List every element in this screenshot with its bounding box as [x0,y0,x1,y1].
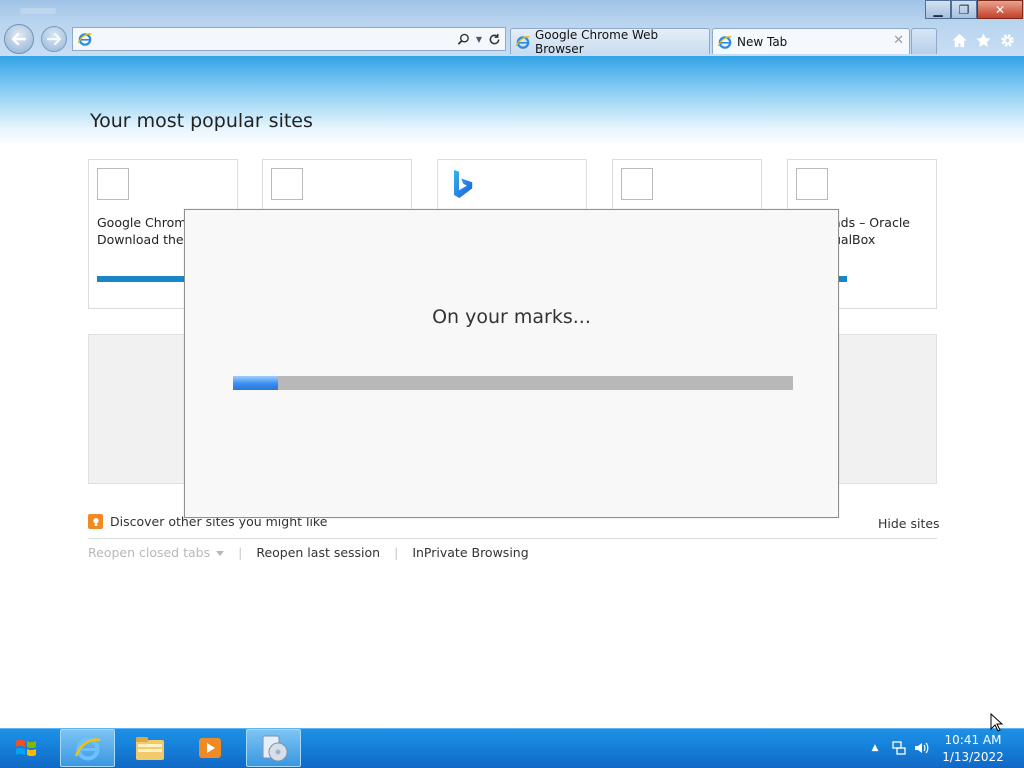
divider [88,538,937,539]
internet-explorer-icon [74,737,100,761]
blank-favicon-icon [271,168,303,200]
page-title: Your most popular sites [90,110,313,132]
taskbar-installer[interactable] [246,729,301,767]
taskbar-file-explorer[interactable] [122,729,177,767]
back-button[interactable] [4,24,34,54]
separator: | [238,545,243,560]
media-player-icon [198,738,221,758]
installer-icon [262,735,287,762]
lightbulb-icon [88,514,103,529]
reopen-closed-tabs-button[interactable]: Reopen closed tabs [88,545,225,560]
system-clock[interactable]: 10:41 AM 1/13/2022 [932,732,1014,766]
forward-button[interactable] [41,26,67,52]
progress-bar [233,376,793,390]
progress-bar-fill [233,376,278,390]
tab-google-chrome[interactable]: Google Chrome Web Browser [510,27,710,56]
reopen-closed-tabs-label: Reopen closed tabs [88,545,211,560]
bing-logo-icon [454,170,473,198]
settings-gear-icon[interactable] [998,31,1016,49]
minimize-icon: ▁ [933,2,943,17]
setup-progress-dialog: On your marks... [184,209,839,518]
tab-close-icon[interactable]: ✕ [893,33,904,48]
chevron-down-icon [216,551,225,556]
address-input[interactable] [97,30,451,50]
close-button[interactable]: ✕ [977,0,1023,19]
mouse-cursor-icon [990,713,1004,732]
site-activity-bar [97,276,187,282]
ie-page-icon [717,35,732,49]
file-explorer-icon [135,737,164,760]
search-icon[interactable] [455,31,471,47]
clock-date: 1/13/2022 [942,750,1004,764]
dialog-message: On your marks... [432,306,591,328]
minimize-button[interactable]: ▁ [925,0,951,19]
blank-favicon-icon [97,168,129,200]
forward-arrow-icon [46,32,62,46]
blank-favicon-icon [621,168,653,200]
back-arrow-icon [11,32,27,46]
volume-icon[interactable] [912,738,932,758]
show-hidden-icons-button[interactable]: ▲ [868,738,882,758]
refresh-icon[interactable] [486,31,502,47]
restore-button[interactable]: ❐ [951,0,977,19]
title-bar-text [20,8,56,14]
hide-sites-link[interactable]: Hide sites [878,516,940,531]
tab-label: New Tab [737,34,788,49]
address-bar[interactable]: ▼ [72,27,506,51]
blank-favicon-icon [796,168,828,200]
search-dropdown-icon[interactable]: ▼ [471,31,487,47]
favorites-star-icon[interactable] [974,31,992,49]
ie-page-icon [77,33,92,46]
taskbar-media-player[interactable] [182,729,237,767]
page-header-band [0,56,1024,146]
site-tile-name: ads – Oracle ualBox [833,215,910,247]
restore-icon: ❐ [958,2,970,17]
home-icon[interactable] [950,31,968,49]
close-icon: ✕ [994,2,1006,17]
windows-logo-icon [16,739,36,757]
inprivate-browsing-link[interactable]: InPrivate Browsing [412,545,528,560]
browser-chrome: ▼ Google Chrome Web Browser New Tab ✕ ▁ … [0,0,1024,56]
clock-time: 10:41 AM [944,733,1002,747]
tab-new-tab[interactable]: New Tab ✕ [712,28,910,54]
new-tab-button[interactable] [911,28,937,54]
start-button[interactable] [0,728,54,768]
tab-label: Google Chrome Web Browser [535,27,659,56]
reopen-options: Reopen closed tabs | Reopen last session… [88,545,529,560]
ie-page-icon [515,35,530,49]
taskbar-internet-explorer[interactable] [60,729,115,767]
separator: | [394,545,399,560]
network-icon[interactable] [890,738,908,758]
reopen-last-session-link[interactable]: Reopen last session [256,545,380,560]
